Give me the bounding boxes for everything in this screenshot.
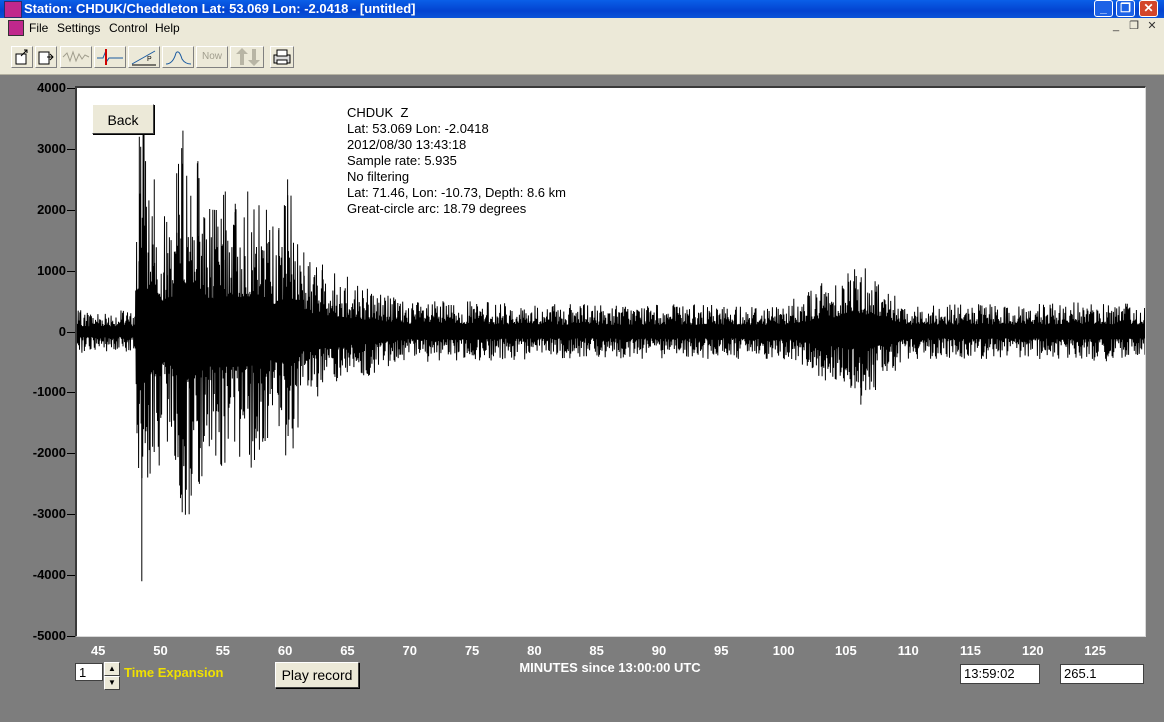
x-tick-label: 110 [897,643,919,658]
x-tick-label: 95 [714,643,729,658]
x-tick-label: 85 [589,643,604,658]
open-file-icon[interactable] [11,46,33,68]
menu-settings[interactable]: Settings [57,21,100,35]
x-tick-label: 45 [90,643,106,658]
x-tick-label: 115 [960,643,981,658]
y-tick-label: -5000 [32,628,66,643]
info-line: CHDUK Z [347,105,409,120]
x-tick-label: 50 [153,643,168,658]
y-tick-mark [67,148,75,150]
window-title: Station: CHDUK/Cheddleton Lat: 53.069 Lo… [24,1,416,16]
y-tick-mark [67,575,75,577]
info-line: Lat: 53.069 Lon: -2.0418 [347,121,489,136]
x-tick-label: 60 [277,643,293,658]
info-line: 2012/08/30 13:43:18 [347,137,467,152]
y-tick-label: -4000 [32,567,66,583]
waveform-icon[interactable] [60,46,92,68]
y-tick-label: -2000 [32,445,66,461]
y-tick-mark [67,270,75,272]
menu-file[interactable]: File [29,21,48,35]
spin-down-icon[interactable]: ▼ [104,676,120,690]
menu-help[interactable]: Help [155,21,180,35]
y-tick-mark [67,209,75,211]
mdi-close-button[interactable]: ✕ [1144,20,1160,34]
value-readout: 265.1 [1060,664,1144,684]
seismogram-plot[interactable] [75,86,1146,637]
y-tick-label: 0 [58,323,66,339]
y-tick-mark [67,392,75,394]
app-icon [4,1,22,18]
time-readout: 13:59:02 [960,664,1040,684]
back-button[interactable]: Back [92,104,154,134]
print-icon[interactable] [270,46,294,68]
info-line: Lat: 71.46, Lon: -10.73, Depth: 8.6 km [347,185,566,200]
y-tick-label: 4000 [37,80,66,95]
document-icon[interactable] [8,20,24,36]
y-tick-label: -1000 [32,384,66,400]
ramp-filter-icon[interactable]: P [128,46,160,68]
y-tick-mark [67,331,75,333]
x-tick-label: 80 [527,643,542,658]
x-tick-label: 120 [1021,643,1044,658]
x-tick-label: 65 [340,643,355,658]
spin-up-icon[interactable]: ▲ [104,662,120,676]
seismogram-trace [77,127,1145,515]
menu-control[interactable]: Control [109,21,148,35]
y-tick-mark [67,514,75,516]
close-button[interactable]: ✕ [1139,0,1158,17]
toolbar: P Now [0,38,1164,75]
x-axis-label: MINUTES since 13:00:00 UTC [519,660,701,675]
x-tick-label: 125 [1084,643,1106,658]
y-tick-mark [67,88,75,89]
x-tick-label: 90 [651,643,667,658]
minimize-button[interactable]: _ [1094,0,1113,17]
now-button[interactable]: Now [196,46,228,68]
info-line: No filtering [347,169,410,184]
x-tick-label: 55 [215,643,231,658]
y-tick-mark [67,453,75,455]
seismogram-canvas[interactable] [77,88,1145,636]
y-tick-label: 2000 [37,201,66,217]
maximize-button[interactable]: ❐ [1116,0,1135,17]
play-record-button[interactable]: Play record [275,662,359,688]
mdi-minimize-button[interactable]: _ [1108,20,1124,34]
time-expansion-label: Time Expansion [124,665,224,680]
x-tick-label: 100 [772,643,795,658]
up-down-arrows-icon[interactable] [230,46,264,68]
event-info-text: CHDUK Z Lat: 53.069 Lon: -2.0418 2012/08/3… [347,105,566,217]
mdi-restore-button[interactable]: ❐ [1126,20,1142,34]
spectrum-icon[interactable] [162,46,194,68]
title-bar: Station: CHDUK/Cheddleton Lat: 53.069 Lo… [0,0,1164,18]
x-tick-label: 70 [402,643,417,658]
svg-text:P: P [147,56,152,63]
y-tick-label: -3000 [32,506,66,522]
time-expansion-input[interactable]: 1 [75,663,103,681]
menu-bar: File Settings Control Help _ ❐ ✕ [0,18,1164,38]
y-tick-label: 3000 [37,140,66,156]
x-tick-label: 105 [835,643,857,658]
y-tick-label: 1000 [37,262,66,278]
x-tick-label: 75 [464,643,480,658]
save-file-icon[interactable] [35,46,57,68]
info-line: Sample rate: 5.935 [347,153,457,168]
info-line: Great-circle arc: 18.79 degrees [347,201,527,216]
pick-marker-icon[interactable] [94,46,126,68]
y-tick-mark [67,636,75,637]
